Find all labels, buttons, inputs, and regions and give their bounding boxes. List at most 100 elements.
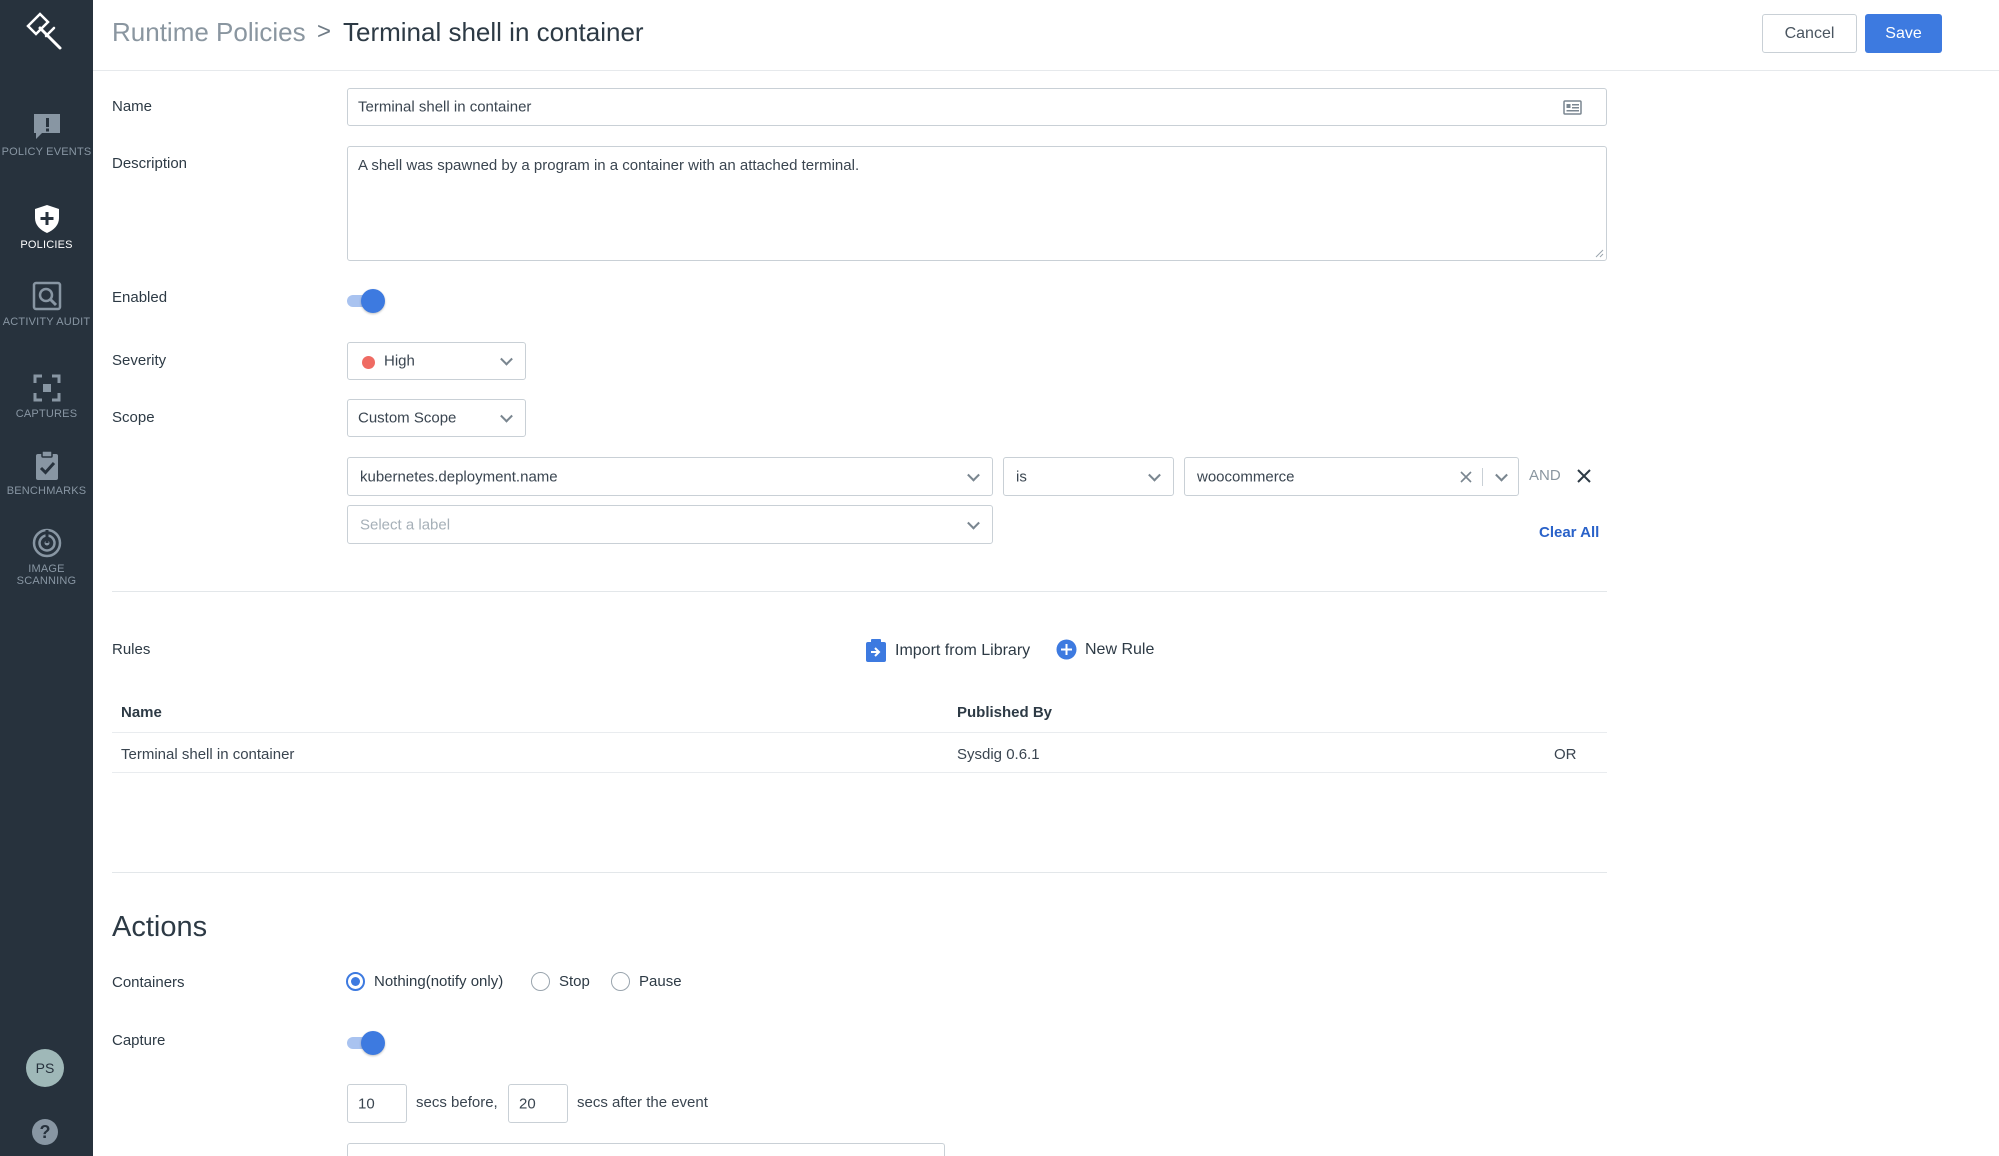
actions-title: Actions — [112, 911, 208, 943]
toggle-knob — [361, 1031, 385, 1055]
nav-label: ACTIVITY AUDIT — [2, 316, 91, 328]
name-label: Name — [112, 98, 153, 115]
secs-after-text: secs after the event — [577, 1094, 708, 1111]
rule-name[interactable]: Terminal shell in container — [121, 746, 294, 763]
severity-value: High — [384, 352, 415, 370]
chevron-down-icon — [1148, 468, 1161, 482]
chevron-down-icon — [967, 516, 980, 530]
capture-toggle[interactable] — [347, 1030, 385, 1056]
description-label: Description — [112, 155, 188, 172]
scope-label: Scope — [112, 409, 155, 426]
chat-alert-icon — [33, 114, 60, 139]
radio-label: Pause — [639, 973, 682, 990]
sidebar: POLICY EVENTS POLICIES ACTIVITY AUDIT CA… — [0, 0, 93, 1156]
scope-key-value: kubernetes.deployment.name — [360, 468, 558, 485]
enabled-label: Enabled — [112, 289, 168, 306]
scope-operator-select[interactable]: is — [1003, 457, 1174, 496]
clipboard-import-icon — [866, 639, 886, 662]
notification-channel-select[interactable] — [347, 1143, 945, 1156]
import-label: Import from Library — [895, 642, 1031, 659]
label-select[interactable]: Select a label — [347, 505, 993, 544]
column-header-published-by[interactable]: Published By — [957, 704, 1052, 721]
description-field[interactable]: A shell was spawned by a program in a co… — [347, 146, 1607, 261]
secs-after-value: 20 — [519, 1095, 536, 1112]
nav-activity-audit[interactable]: ACTIVITY AUDIT — [0, 280, 93, 328]
page-title: Terminal shell in container — [343, 17, 644, 47]
secs-before-value: 10 — [358, 1095, 375, 1112]
clipboard-check-icon — [35, 450, 58, 480]
clear-all-link[interactable]: Clear All — [1539, 524, 1599, 541]
shield-plus-icon — [34, 205, 59, 233]
radio-label: Stop — [559, 973, 590, 990]
scope-and-label: AND — [1529, 467, 1561, 484]
rules-label: Rules — [112, 641, 151, 658]
search-square-icon — [32, 281, 61, 311]
table-divider — [112, 772, 1607, 773]
scope-operator-value: is — [1016, 468, 1027, 485]
name-field[interactable]: Terminal shell in container — [347, 88, 1607, 126]
description-value: A shell was spawned by a program in a co… — [358, 157, 860, 174]
breadcrumb-separator: > — [317, 18, 332, 45]
new-rule-label: New Rule — [1085, 640, 1155, 658]
nav-label: BENCHMARKS — [6, 485, 87, 497]
nav-label: CAPTURES — [15, 408, 78, 420]
plus-circle-icon — [1056, 639, 1077, 660]
secs-before-input[interactable]: 10 — [347, 1084, 407, 1123]
severity-select[interactable]: High — [347, 342, 526, 380]
scope-value-text: woocommerce — [1197, 468, 1295, 485]
user-avatar[interactable]: PS — [26, 1049, 64, 1087]
severity-dot — [362, 356, 375, 369]
nav-policy-events[interactable]: POLICY EVENTS — [0, 110, 93, 158]
section-divider — [112, 872, 1607, 873]
rule-published-by: Sysdig 0.6.1 — [957, 746, 1040, 763]
cancel-button[interactable]: Cancel — [1762, 14, 1857, 53]
import-from-library-button[interactable]: Import from Library — [865, 639, 1030, 663]
scope-key-select[interactable]: kubernetes.deployment.name — [347, 457, 993, 496]
nav-label: POLICIES — [20, 239, 73, 251]
nav-label: IMAGE SCANNING — [16, 563, 77, 587]
secs-after-input[interactable]: 20 — [508, 1084, 568, 1123]
resize-handle-icon[interactable] — [1594, 248, 1604, 258]
enabled-toggle[interactable] — [347, 288, 385, 314]
help-icon[interactable]: ? — [32, 1119, 58, 1145]
sysdig-logo[interactable] — [20, 6, 70, 56]
scope-select[interactable]: Custom Scope — [347, 399, 526, 437]
column-header-name[interactable]: Name — [121, 704, 162, 721]
toggle-knob — [361, 289, 385, 313]
radio-pause[interactable]: Pause — [611, 972, 682, 991]
remove-scope-icon[interactable] — [1577, 469, 1591, 483]
severity-label: Severity — [112, 352, 167, 369]
containers-label: Containers — [112, 974, 185, 991]
capture-label: Capture — [112, 1032, 166, 1049]
nav-label: POLICY EVENTS — [1, 146, 92, 158]
table-divider — [112, 732, 1607, 733]
breadcrumb-root[interactable]: Runtime Policies — [112, 17, 306, 48]
radio-label: Nothing(notify only) — [374, 973, 504, 990]
clear-value-icon[interactable] — [1460, 471, 1472, 483]
chevron-down-icon — [500, 409, 513, 423]
name-field-value: Terminal shell in container — [358, 98, 532, 116]
secs-before-text: secs before, — [416, 1094, 498, 1111]
nav-policies[interactable]: POLICIES — [0, 203, 93, 251]
radio-dot — [531, 972, 550, 991]
new-rule-button[interactable]: New Rule — [1056, 639, 1154, 660]
card-icon — [1563, 100, 1582, 115]
scope-value-select[interactable]: woocommerce — [1184, 457, 1519, 496]
rule-joiner: OR — [1554, 746, 1577, 763]
save-button[interactable]: Save — [1865, 14, 1942, 53]
chevron-down-icon — [1495, 468, 1508, 482]
radio-dot — [611, 972, 630, 991]
nav-image-scanning[interactable]: IMAGE SCANNING — [0, 527, 93, 587]
chevron-down-icon — [967, 468, 980, 482]
capture-frame-icon — [33, 374, 60, 402]
nav-benchmarks[interactable]: BENCHMARKS — [0, 449, 93, 497]
nav-captures[interactable]: CAPTURES — [0, 372, 93, 420]
radio-nothing[interactable]: Nothing(notify only) — [346, 972, 503, 991]
page-header: Runtime Policies > Terminal shell in con… — [93, 0, 1999, 71]
chevron-down-icon — [500, 352, 513, 366]
radio-stop[interactable]: Stop — [531, 972, 590, 991]
scope-value: Custom Scope — [358, 409, 457, 427]
section-divider — [112, 591, 1607, 592]
select-divider — [1482, 468, 1483, 486]
radar-icon — [32, 528, 61, 558]
